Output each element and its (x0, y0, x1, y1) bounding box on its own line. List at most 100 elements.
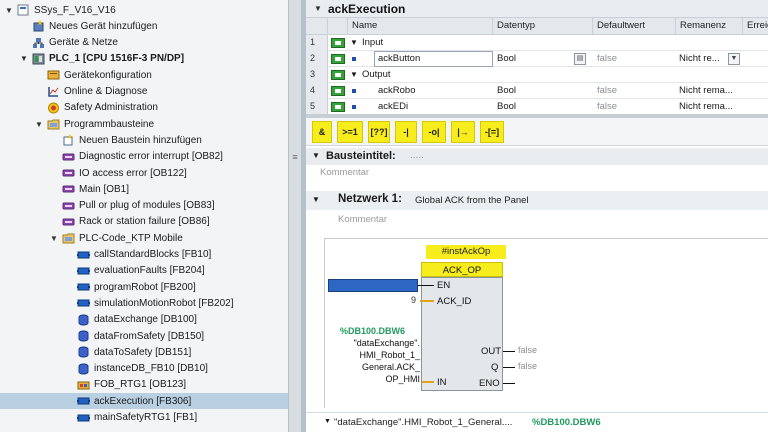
en-operand-field[interactable] (328, 279, 418, 292)
expand-toggle-icon[interactable]: ▼ (19, 54, 29, 64)
column-header-remanence[interactable]: Remanenz (676, 18, 743, 35)
in-wire (422, 381, 434, 383)
section-name[interactable]: Input (362, 35, 383, 51)
section-name[interactable]: Output (362, 67, 391, 83)
parameter-name[interactable]: ackButton (378, 51, 420, 67)
tree-item[interactable]: Main [OB1] (0, 181, 288, 197)
expand-toggle-icon[interactable]: ▼ (49, 233, 59, 243)
collapse-arrow-icon[interactable]: ▼ (324, 418, 331, 425)
table-row[interactable]: 3 ▼ Output (306, 67, 768, 83)
tree-item[interactable]: instanceDB_FB10 [DB10] (0, 361, 288, 377)
collapse-arrow-icon[interactable]: ▼ (312, 195, 320, 204)
row-number[interactable]: 1 (306, 35, 328, 51)
tree-item[interactable]: Safety Administration (0, 100, 288, 116)
block-title-header[interactable]: ▼ Bausteintitel: ..... (306, 148, 768, 165)
tree-item[interactable]: evaluationFaults [FB204] (0, 263, 288, 279)
out-value[interactable]: false (518, 345, 537, 355)
row-number[interactable]: 4 (306, 83, 328, 99)
q-value[interactable]: false (518, 361, 537, 371)
or-button[interactable]: >=1 (337, 121, 363, 143)
parameter-remanence[interactable]: Nicht rema... (679, 99, 733, 114)
parameter-default[interactable]: false (597, 51, 617, 67)
chevron-down-icon[interactable]: ▼ (728, 53, 740, 65)
table-row[interactable]: 2 ackButton Bool ▤ false Nicht re... ▼ (306, 51, 768, 67)
parameter-datatype[interactable]: Bool (497, 83, 516, 99)
instance-db-name[interactable]: #instAckOp (426, 245, 506, 259)
network-header[interactable]: ▼ Netzwerk 1: Global ACK from the Panel (306, 191, 768, 210)
column-header-datatype[interactable]: Datentyp (493, 18, 593, 35)
tree-item[interactable]: Neues Gerät hinzufügen (0, 18, 288, 34)
tree-splitter[interactable]: ≡ (288, 0, 302, 432)
empty-box-button[interactable]: [??] (368, 121, 390, 143)
parameter-remanence[interactable]: Nicht re... (679, 51, 720, 67)
tree-item[interactable]: callStandardBlocks [FB10] (0, 247, 288, 263)
tree-item[interactable]: ▼ PLC-Code_KTP Mobile (0, 230, 288, 246)
expand-toggle-icon[interactable]: ▼ (34, 119, 44, 129)
network-title[interactable]: Global ACK from the Panel (415, 195, 529, 206)
parameter-datatype[interactable]: Bool (497, 51, 516, 67)
assignment-button[interactable]: -[=] (480, 121, 504, 143)
tree-item[interactable]: dataExchange [DB100] (0, 312, 288, 328)
block-comment[interactable]: Kommentar (320, 167, 369, 178)
in-operand-line[interactable]: General.ACK_ (362, 362, 420, 372)
column-header-reachable[interactable]: Erreic (743, 18, 768, 35)
and-button[interactable]: & (312, 121, 332, 143)
table-row[interactable]: 5 ackEDi Bool false Nicht rema... (306, 99, 768, 114)
table-row[interactable]: 4 ackRobo Bool false Nicht rema... (306, 83, 768, 99)
tree-item[interactable]: Rack or station failure [OB86] (0, 214, 288, 230)
table-row[interactable]: 1 ▼ Input (306, 35, 768, 51)
datatype-picker-icon[interactable]: ▤ (574, 53, 586, 65)
row-number[interactable]: 5 (306, 99, 328, 114)
row-number[interactable]: 2 (306, 51, 328, 67)
tree-item[interactable]: ▼ SSys_F_V16_V16 (0, 2, 288, 18)
splitter-grip-icon[interactable]: ≡ (291, 153, 299, 162)
tree-item[interactable]: IO access error [OB122] (0, 165, 288, 181)
fb-box-body[interactable] (421, 277, 503, 391)
parameter-name[interactable]: ackRobo (378, 83, 416, 99)
tree-item[interactable]: Neuen Baustein hinzufügen (0, 132, 288, 148)
ack-id-value[interactable]: 9 (411, 295, 416, 305)
interface-header[interactable]: ▼ ackExecution (306, 0, 768, 18)
tree-item[interactable]: Diagnostic error interrupt [OB82] (0, 149, 288, 165)
column-header-default[interactable]: Defaultwert (593, 18, 676, 35)
parameter-default[interactable]: false (597, 83, 617, 99)
negate-button[interactable]: -o| (422, 121, 446, 143)
row-number[interactable]: 3 (306, 67, 328, 83)
tree-item[interactable]: ackExecution [FB306] (0, 393, 288, 410)
collapse-arrow-icon[interactable]: ▼ (312, 151, 320, 160)
tree-item[interactable]: ▼ PLC_1 [CPU 1516F-3 PN/DP] (0, 51, 288, 67)
tree-item[interactable]: dataToSafety [DB151] (0, 344, 288, 360)
parameter-name[interactable]: ackEDi (378, 99, 408, 114)
tree-item[interactable]: dataFromSafety [DB150] (0, 328, 288, 344)
parameter-default[interactable]: false (597, 99, 617, 114)
tree-item[interactable]: ▼ Programmbausteine (0, 116, 288, 132)
open-branch-button[interactable]: -| (395, 121, 417, 143)
expand-toggle-icon[interactable]: ▼ (4, 5, 14, 15)
tree-item[interactable]: Online & Diagnose (0, 84, 288, 100)
tree-item[interactable]: mainSafetyRTG1 [FB1] (0, 410, 288, 426)
parameter-datatype[interactable]: Bool (497, 99, 516, 114)
in-operand-line[interactable]: HMI_Robot_1_ (359, 350, 420, 360)
column-header-name[interactable]: Name (348, 18, 493, 35)
network-comment[interactable]: Kommentar (338, 214, 387, 225)
tree-item[interactable]: simulationMotionRobot [FB202] (0, 295, 288, 311)
section-toggle-icon[interactable]: ▼ (350, 35, 358, 51)
db-icon (77, 363, 90, 375)
fb-box-title[interactable]: ACK_OP (421, 262, 503, 277)
collapse-arrow-icon[interactable]: ▼ (314, 4, 322, 13)
parameter-remanence[interactable]: Nicht rema... (679, 83, 733, 99)
tree-item[interactable]: FOB_RTG1 [OB123] (0, 377, 288, 393)
block-title-value[interactable]: ..... (410, 150, 424, 161)
tree-item[interactable]: programRobot [FB200] (0, 279, 288, 295)
tree-item[interactable]: Pull or plug of modules [OB83] (0, 198, 288, 214)
in-operand-line[interactable]: "dataExchange". (354, 338, 420, 348)
tree-item[interactable]: Geräte & Netze (0, 35, 288, 51)
tree-item[interactable]: Gerätekonfiguration (0, 67, 288, 83)
close-branch-button[interactable]: |→ (451, 121, 475, 143)
in-operand-address[interactable]: %DB100.DBW6 (340, 326, 405, 336)
in-operand-line[interactable]: OP_HMI (385, 374, 420, 384)
section-toggle-icon[interactable]: ▼ (350, 67, 358, 83)
